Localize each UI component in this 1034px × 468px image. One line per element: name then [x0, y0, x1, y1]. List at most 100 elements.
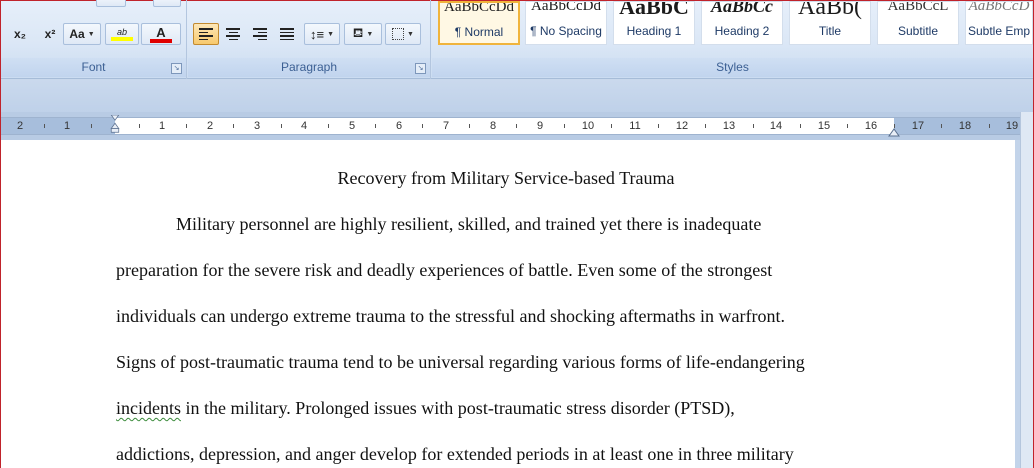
ruler-label: 2: [206, 120, 214, 132]
font-dialog-launcher-icon[interactable]: ↘: [171, 63, 182, 74]
align-left-button[interactable]: [193, 23, 219, 45]
ruler-label: 10: [581, 120, 595, 132]
ruler-label: 7: [442, 120, 450, 132]
ruler-label: 3: [253, 120, 261, 132]
ruler-tick: [328, 124, 329, 128]
style-subtle-emphasis[interactable]: AaBbCcD Subtle Emp: [965, 1, 1033, 45]
highlighter-icon: ab: [116, 27, 127, 37]
ruler-label: 14: [769, 120, 783, 132]
style-name: Heading 1: [626, 24, 682, 38]
ruler-label: 4: [300, 120, 308, 132]
ruler-tick: [422, 124, 423, 128]
ruler-label: 5: [348, 120, 356, 132]
chevron-down-icon: ▼: [366, 30, 374, 38]
style-name: Subtle Emp: [967, 24, 1031, 38]
align-right-button[interactable]: [247, 23, 273, 45]
font-color-icon: A: [156, 24, 166, 40]
style-heading-1[interactable]: AaBbC Heading 1: [613, 1, 695, 45]
borders-button[interactable]: ▼: [385, 23, 421, 45]
style-title[interactable]: AaBb( Title: [789, 1, 871, 45]
change-case-icon: Aa: [69, 27, 85, 41]
chevron-down-icon: ▼: [407, 30, 414, 38]
style-name: Heading 2: [714, 24, 770, 38]
text-highlight-button[interactable]: ab: [105, 23, 139, 45]
style-name: ¶ Normal: [454, 25, 504, 39]
ruler-tick: [753, 124, 754, 128]
ruler-strip: 2 1 1 2 3 4 5 6 7 8 9 10 11 12 13 14 15 …: [1, 117, 1021, 135]
ruler-tick: [658, 124, 659, 128]
paragraph-line: preparation for the severe risk and dead…: [116, 260, 773, 280]
ruler-label: 1: [158, 120, 166, 132]
ruler-label: 17: [911, 120, 925, 132]
grammar-flagged-word[interactable]: incidents: [116, 398, 181, 418]
paragraph-dialog-launcher-icon[interactable]: ↘: [415, 63, 426, 74]
style-subtitle[interactable]: AaBbCcL Subtitle: [877, 1, 959, 45]
align-right-icon: [253, 28, 267, 40]
first-line-indent-marker[interactable]: [109, 115, 121, 133]
ruler-label: 8: [489, 120, 497, 132]
paragraph-line: Military personnel are highly resilient,…: [176, 214, 762, 234]
ruler-tick: [375, 124, 376, 128]
chevron-down-icon: ▼: [327, 30, 335, 38]
ruler-tick: [186, 124, 187, 128]
justify-button[interactable]: [274, 23, 300, 45]
style-normal[interactable]: AaBbCcDd ¶ Normal: [438, 1, 520, 45]
paragraph-group: ↕≡ ▼ ⛾ ▼ ▼ Paragraph ↘: [188, 0, 431, 79]
paragraph-group-label: Paragraph: [188, 58, 430, 77]
superscript-button[interactable]: x²: [37, 23, 63, 45]
paint-bucket-icon: ⛾: [352, 25, 364, 40]
style-sample: AaBbCcL: [887, 1, 949, 14]
ruler-label: 2: [16, 120, 24, 132]
ruler-tick: [564, 124, 565, 128]
ruler-tick: [44, 124, 45, 128]
paragraph-line-rest: in the military. Prolonged issues with p…: [185, 398, 735, 418]
document-area: Recovery from Military Service-based Tra…: [1, 140, 1021, 468]
ruler-label: 16: [864, 120, 878, 132]
style-sample: AaBbCcDd: [531, 1, 601, 14]
styles-group: AaBbCcDd ¶ Normal AaBbCcDd ¶ No Spacing …: [432, 0, 1033, 79]
ruler-label: 12: [675, 120, 689, 132]
style-sample: AaBbCc: [710, 1, 773, 16]
shading-button[interactable]: ⛾ ▼: [344, 23, 382, 45]
style-sample: AaBbC: [619, 1, 689, 19]
ruler-label: 19: [1005, 120, 1019, 132]
ruler-label: 9: [536, 120, 544, 132]
horizontal-ruler[interactable]: 2 1 1 2 3 4 5 6 7 8 9 10 11 12 13 14 15 …: [1, 112, 1021, 140]
vertical-scrollbar[interactable]: [1020, 112, 1033, 468]
align-center-icon: [226, 28, 240, 40]
document-title: Recovery from Military Service-based Tra…: [337, 168, 675, 188]
line-spacing-button[interactable]: ↕≡ ▼: [304, 23, 340, 45]
superscript-icon: x²: [44, 27, 56, 41]
font-color-swatch: [150, 38, 172, 43]
document-page[interactable]: Recovery from Military Service-based Tra…: [1, 140, 1015, 468]
style-heading-2[interactable]: AaBbCc Heading 2: [701, 1, 783, 45]
align-center-button[interactable]: [220, 23, 246, 45]
style-no-spacing[interactable]: AaBbCcDd ¶ No Spacing: [525, 1, 607, 45]
subscript-button[interactable]: x₂: [5, 23, 35, 45]
highlight-color-swatch: [111, 37, 133, 41]
paragraph-line-with-flag: incidents in the military. Prolonged iss…: [116, 398, 735, 419]
change-case-button[interactable]: Aa ▼: [63, 23, 101, 45]
paragraph-line: Signs of post-traumatic trauma tend to b…: [116, 352, 805, 372]
ruler-label: 15: [817, 120, 831, 132]
ruler-label: 1: [63, 120, 71, 132]
ruler-label: 13: [722, 120, 736, 132]
styles-group-label: Styles: [432, 58, 1033, 77]
paragraph-line: individuals can undergo extreme trauma t…: [116, 306, 785, 326]
ribbon-bottom-band: [1, 80, 1033, 112]
ruler-tick: [847, 124, 848, 128]
ruler-tick: [233, 124, 234, 128]
ruler-tick: [989, 124, 990, 128]
ruler-tick: [705, 124, 706, 128]
style-name: Title: [818, 24, 842, 38]
ruler-tick: [91, 124, 92, 128]
ruler-label: 18: [958, 120, 972, 132]
align-left-icon: [199, 28, 213, 40]
font-top-button-2[interactable]: [153, 0, 181, 7]
ruler-tick: [800, 124, 801, 128]
font-top-button-1[interactable]: [96, 0, 126, 7]
style-sample: AaBbCcD: [968, 1, 1030, 14]
font-color-button[interactable]: A: [141, 23, 181, 45]
ribbon: x₂ x² Aa ▼ ab A Font ↘ ↕≡ ▼ ⛾ ▼ ▼ Paragr…: [1, 0, 1033, 79]
ruler-tick: [281, 124, 282, 128]
